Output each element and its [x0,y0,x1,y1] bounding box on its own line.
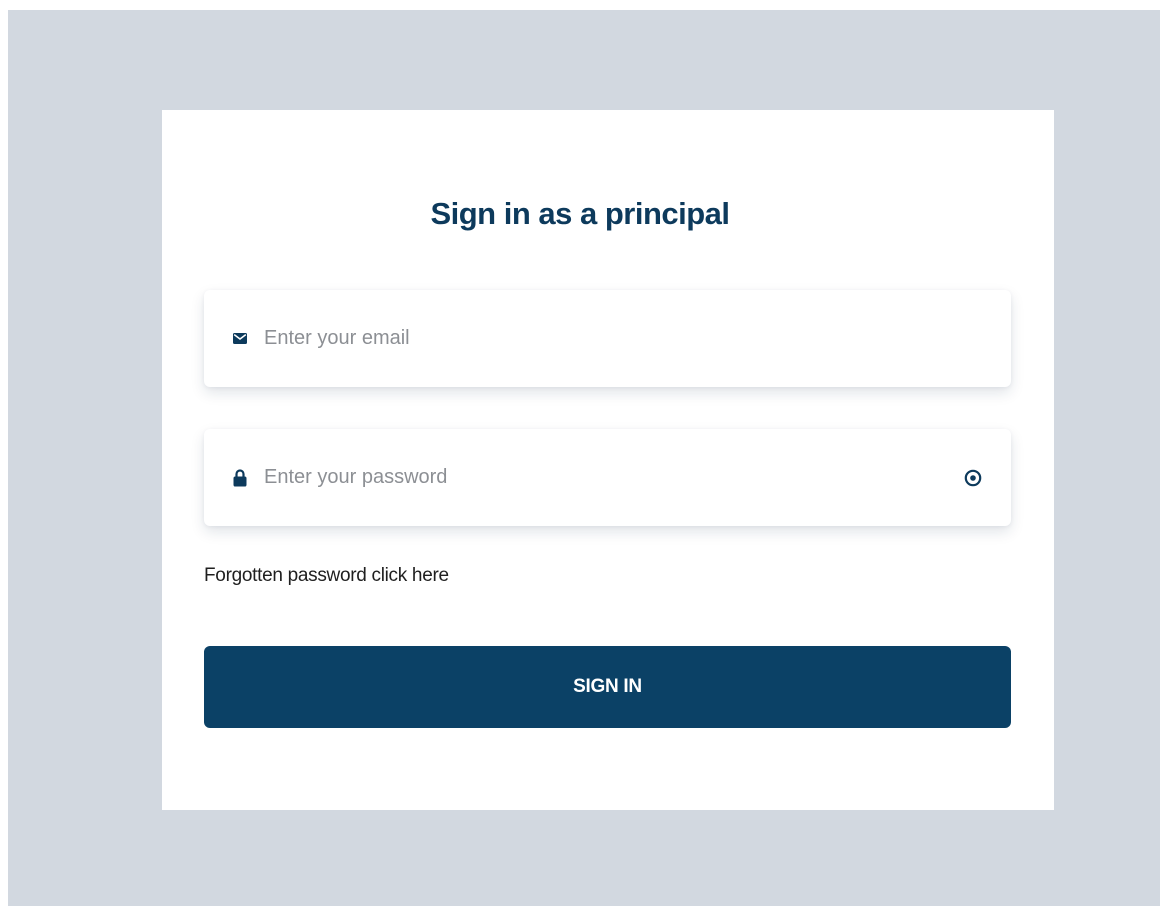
forgot-password-row: Forgotten password click here [204,565,449,587]
lock-icon [232,468,248,488]
password-input[interactable] [260,429,940,526]
page-title: Sign in as a principal [430,196,730,231]
email-field [204,290,1011,387]
forgot-password-text: Forgotten password [204,565,367,586]
envelope-icon [232,329,248,349]
password-field [204,429,1011,526]
eye-icon[interactable] [963,468,983,488]
sign-in-button[interactable]: SIGN IN [204,646,1011,728]
forgot-password-link[interactable]: click here [372,565,450,586]
email-input[interactable] [260,290,940,387]
